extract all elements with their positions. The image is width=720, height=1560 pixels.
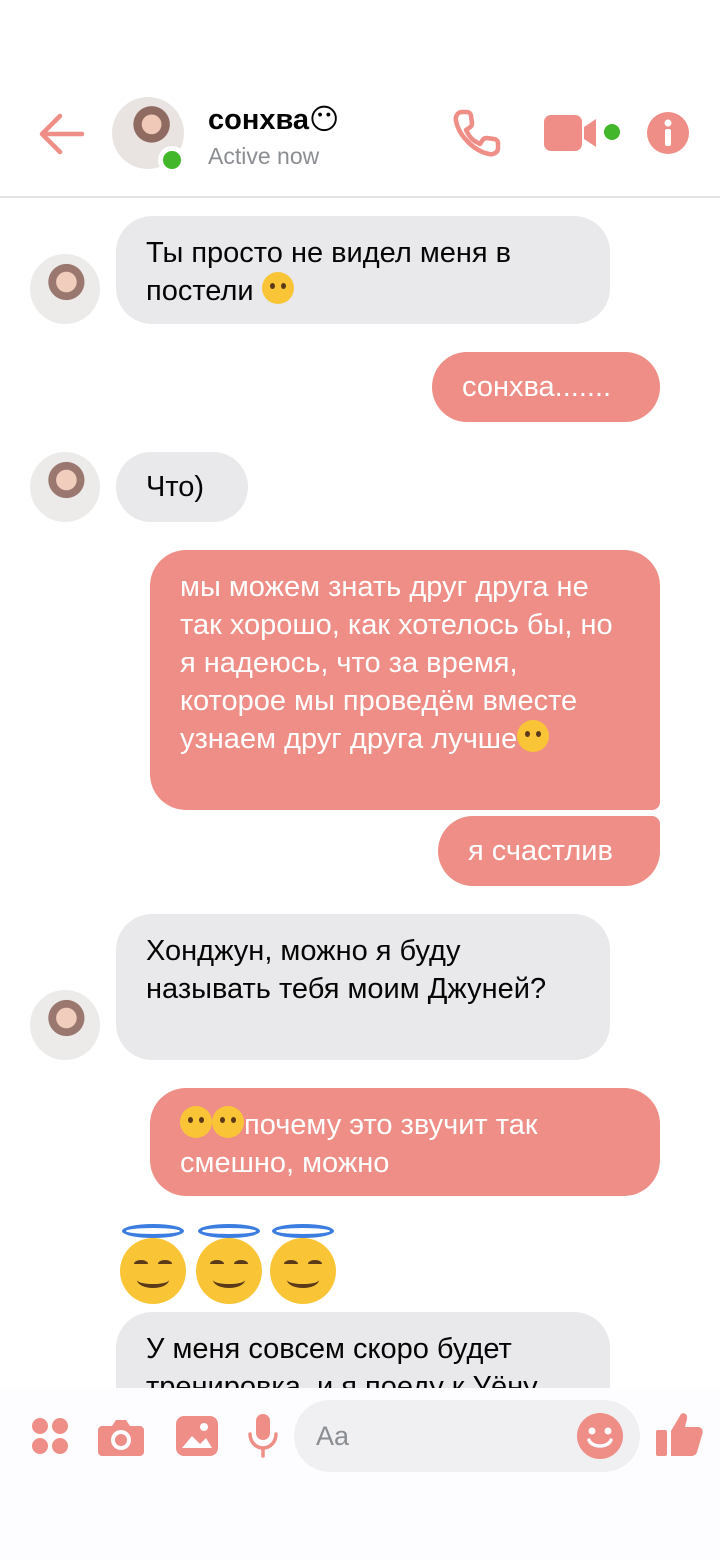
message-text: мы можем знать друг друга не так хорошо,…	[180, 571, 613, 755]
camera-icon[interactable]	[98, 1416, 144, 1456]
kissing-face-emoji	[261, 272, 294, 304]
hand-over-mouth-emoji	[212, 1106, 244, 1138]
message-bubble[interactable]: Что)	[116, 452, 248, 522]
smiling-face-with-halo-emoji	[196, 1224, 262, 1304]
online-indicator	[158, 146, 186, 174]
message-bubble[interactable]: я счастлив	[438, 816, 660, 886]
phone-icon[interactable]	[452, 108, 502, 158]
message-composer	[0, 1388, 720, 1560]
message-bubble[interactable]: У меня совсем скоро будет тренировка, и …	[116, 1312, 610, 1388]
message-thread[interactable]: Ты просто не видел меня в постели сонхва…	[0, 200, 720, 1388]
apps-icon[interactable]	[30, 1416, 70, 1456]
chat-header: сонхва😶 Active now	[0, 0, 720, 198]
active-status: Active now	[208, 143, 320, 169]
video-camera-icon[interactable]	[544, 113, 600, 153]
smiling-face-with-halo-emoji	[120, 1224, 186, 1304]
pleading-face-emoji	[517, 720, 550, 752]
message-input[interactable]	[316, 1418, 556, 1454]
hand-over-mouth-emoji	[180, 1106, 212, 1138]
message-text: я счастлив	[468, 835, 613, 867]
video-online-dot	[604, 124, 620, 140]
message-text: Ты просто не видел меня в постели	[146, 237, 512, 307]
contact-name[interactable]: сонхва😶	[208, 102, 339, 137]
microphone-icon[interactable]	[248, 1414, 278, 1458]
message-text: Что)	[146, 471, 205, 503]
message-bubble[interactable]: мы можем знать друг друга не так хорошо,…	[150, 550, 660, 810]
message-text: У меня совсем скоро будет тренировка, и …	[146, 1333, 538, 1388]
message-bubble[interactable]: Хонджун, можно я буду называть тебя моим…	[116, 914, 610, 1060]
message-text: сонхва.......	[462, 371, 612, 403]
message-input-container[interactable]	[294, 1400, 640, 1472]
message-bubble[interactable]: почему это звучит так смешно, можно	[150, 1088, 660, 1196]
message-text: Хонджун, можно я буду называть тебя моим…	[146, 935, 547, 1005]
back-arrow-icon[interactable]	[38, 112, 86, 156]
emoji-icon[interactable]	[576, 1412, 624, 1460]
thumbs-up-icon[interactable]	[656, 1410, 704, 1458]
message-bubble[interactable]: Ты просто не видел меня в постели	[116, 216, 610, 324]
info-icon[interactable]	[646, 111, 690, 155]
sender-avatar[interactable]	[30, 452, 100, 522]
smiling-face-with-halo-emoji	[270, 1224, 336, 1304]
sender-avatar[interactable]	[30, 254, 100, 324]
sender-avatar[interactable]	[30, 990, 100, 1060]
gallery-icon[interactable]	[176, 1416, 218, 1456]
message-bubble[interactable]: сонхва.......	[432, 352, 660, 422]
